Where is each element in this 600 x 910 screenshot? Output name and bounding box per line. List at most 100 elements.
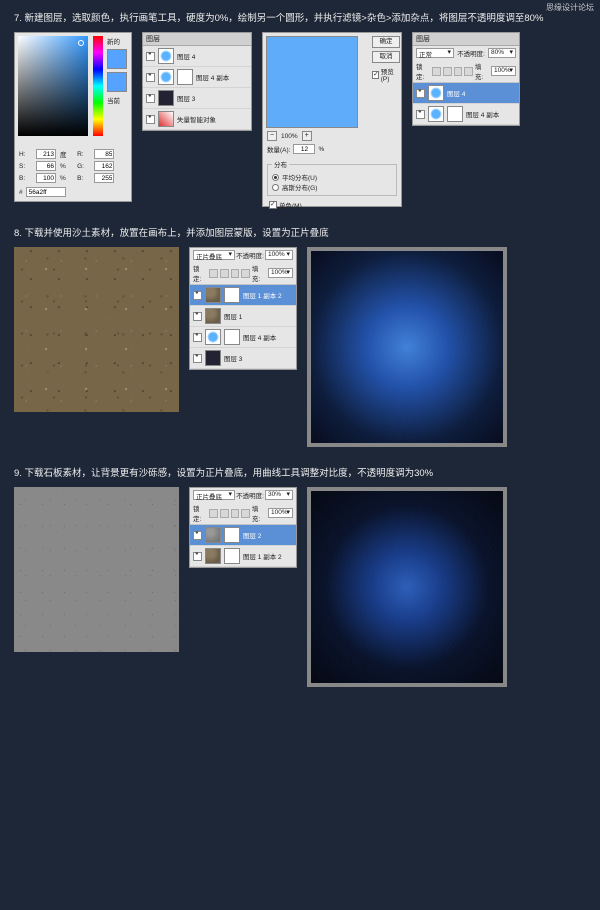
layer-row[interactable]: 图层 3	[143, 88, 251, 109]
lock-icon[interactable]	[220, 269, 229, 278]
color-field[interactable]	[18, 36, 88, 136]
layer-row[interactable]: 图层 3	[190, 348, 296, 369]
r-input[interactable]	[94, 149, 114, 159]
layer-row[interactable]: 图层 1 副本 2	[190, 285, 296, 306]
blend-select[interactable]: 正片叠底	[193, 490, 235, 500]
zoom-value: 100%	[281, 133, 298, 140]
uniform-radio[interactable]	[272, 174, 279, 181]
result-preview-8	[307, 247, 507, 447]
step7-title: 7. 新建图层，选取颜色，执行画笔工具，硬度为0%，绘制另一个圆形，并执行滤镜>…	[14, 10, 586, 24]
h-unit: 度	[60, 149, 75, 159]
layer-thumb	[205, 329, 221, 345]
lock-icon[interactable]	[241, 269, 250, 278]
layer-row[interactable]: 图层 4 副本	[143, 67, 251, 88]
layer-row[interactable]: 图层 1 副本 2	[190, 546, 296, 567]
blend-select[interactable]: 正常	[416, 48, 454, 58]
soil-texture	[14, 247, 179, 412]
layer-row[interactable]: 图层 1	[190, 306, 296, 327]
eye-icon[interactable]	[193, 354, 202, 363]
eye-icon[interactable]	[416, 89, 425, 98]
eye-icon[interactable]	[146, 115, 155, 124]
gaussian-radio[interactable]	[272, 184, 279, 191]
s-input[interactable]	[36, 161, 56, 171]
swatch-current[interactable]	[107, 72, 127, 92]
layer-thumb	[158, 90, 174, 106]
mask-thumb[interactable]	[224, 527, 240, 543]
step9-title: 9. 下载石板素材，让背景更有沙砾感，设置为正片叠底，用曲线工具调整对比度，不透…	[14, 465, 586, 479]
h-input[interactable]	[36, 149, 56, 159]
eye-icon[interactable]	[193, 312, 202, 321]
layers-tab[interactable]: 图层	[416, 34, 430, 44]
eye-icon[interactable]	[193, 333, 202, 342]
hex-input[interactable]	[26, 187, 66, 197]
lock-icon[interactable]	[209, 269, 218, 278]
link-icon	[224, 329, 240, 345]
opacity-select[interactable]: 80%	[488, 48, 516, 58]
eye-icon[interactable]	[193, 552, 202, 561]
lock-icon[interactable]	[432, 67, 441, 76]
eye-icon[interactable]	[146, 52, 155, 61]
amount-input[interactable]	[293, 144, 315, 154]
fill-select[interactable]: 100%	[268, 268, 293, 278]
layer-name: 图层 3	[224, 353, 293, 363]
layer-name: 图层 4 副本	[196, 72, 248, 82]
layer-row[interactable]: 图层 4 副本	[190, 327, 296, 348]
layers-tab[interactable]: 图层	[146, 34, 160, 44]
zoom-in-button[interactable]: +	[302, 131, 312, 141]
fill-select[interactable]: 100%	[491, 66, 516, 76]
amount-unit: %	[318, 146, 324, 153]
swatch-new[interactable]	[107, 49, 127, 69]
layer-row[interactable]: 图层 4	[143, 46, 251, 67]
amount-label: 数量(A):	[267, 144, 290, 154]
g-input[interactable]	[94, 161, 114, 171]
current-label: 当前	[107, 95, 123, 105]
layer-row[interactable]: 图层 4 副本	[413, 104, 519, 125]
lock-icon[interactable]	[220, 509, 229, 518]
preview-checkbox[interactable]	[372, 71, 379, 79]
opacity-select[interactable]: 30%	[265, 490, 293, 500]
distribution-label: 分布	[272, 159, 289, 169]
ok-button[interactable]: 确定	[372, 36, 400, 48]
lock-icon[interactable]	[231, 509, 240, 518]
gaussian-label: 高斯分布(G)	[282, 182, 317, 192]
fill-select[interactable]: 100%	[268, 508, 293, 518]
eye-icon[interactable]	[146, 73, 155, 82]
smart-icon	[158, 111, 174, 127]
eye-icon[interactable]	[416, 110, 425, 119]
mask-thumb[interactable]	[224, 548, 240, 564]
lock-icon[interactable]	[464, 67, 473, 76]
b-unit: %	[60, 175, 75, 182]
layer-name: 图层 1 副本 2	[243, 551, 293, 561]
color-picker-panel: 新的 当前 H:度 R: S:% G: B:% B: #	[14, 32, 132, 202]
lock-icon[interactable]	[231, 269, 240, 278]
mask-thumb[interactable]	[224, 287, 240, 303]
cancel-button[interactable]: 取消	[372, 51, 400, 63]
layer-row[interactable]: 图层 4	[413, 83, 519, 104]
eye-icon[interactable]	[146, 94, 155, 103]
step-9: 9. 下载石板素材，让背景更有沙砾感，设置为正片叠底，用曲线工具调整对比度，不透…	[14, 465, 586, 687]
layer-row[interactable]: 失量智能对象	[143, 109, 251, 130]
b-input[interactable]	[36, 173, 56, 183]
layer-row[interactable]: 图层 2	[190, 525, 296, 546]
hue-slider[interactable]	[93, 36, 103, 136]
lock-icon[interactable]	[454, 67, 463, 76]
eye-icon[interactable]	[193, 291, 202, 300]
layer-name: 图层 3	[177, 93, 248, 103]
lock-icon[interactable]	[241, 509, 250, 518]
preview-label: 预览(P)	[381, 66, 398, 83]
layers-panel-9: 正片叠底 不透明度: 30% 锁定:填充:100% 图层 2 图层 1 副本 2	[189, 487, 297, 568]
eye-icon[interactable]	[193, 531, 202, 540]
lock-icon[interactable]	[209, 509, 218, 518]
layers-panel-b: 图层 正常 不透明度: 80% 锁定:填充:100% 图层 4 图层 4 副本	[412, 32, 520, 126]
s-label: S:	[19, 163, 34, 170]
layer-name: 图层 4 副本	[466, 109, 516, 119]
lock-icon[interactable]	[443, 67, 452, 76]
opacity-select[interactable]: 100%	[265, 250, 293, 260]
opacity-label: 不透明度:	[457, 48, 485, 58]
mono-checkbox[interactable]	[269, 201, 277, 209]
bl-input[interactable]	[94, 173, 114, 183]
blend-select[interactable]: 正片叠底	[193, 250, 235, 260]
new-label: 新的	[107, 36, 123, 46]
zoom-out-button[interactable]: −	[267, 131, 277, 141]
step8-title: 8. 下载并使用沙土素材，放置在画布上，并添加图层蒙版，设置为正片叠底	[14, 225, 586, 239]
